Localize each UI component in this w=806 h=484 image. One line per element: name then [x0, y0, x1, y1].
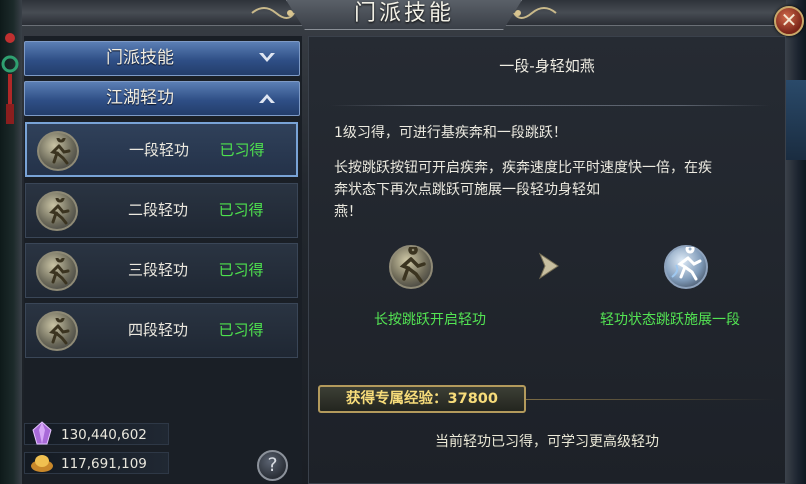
tassel-ornament-icon	[1, 33, 19, 124]
learned-status-note: 当前轻功已习得，可学习更高级轻功	[435, 434, 659, 450]
running-figure-icon	[36, 311, 78, 351]
skill-item-3[interactable]: 三段轻功 已习得	[25, 243, 298, 298]
help-button[interactable]: ?	[257, 450, 288, 481]
skill-name: 三段轻功	[127, 261, 188, 279]
skill-detail-title: 一段-身轻如燕	[499, 57, 595, 75]
skill-status: 已习得	[219, 141, 265, 159]
exp-reward-badge: 获得专属经验：37800	[318, 385, 526, 413]
skill-status: 已习得	[218, 321, 264, 339]
skill-item-1[interactable]: 一段轻功 已习得	[25, 122, 298, 177]
currency-value: 130,440,602	[61, 427, 147, 443]
chevron-down-icon	[259, 53, 275, 62]
skill-status: 已习得	[218, 261, 264, 279]
skill-description-line: 长按跳跃按钮可开启疾奔，疾奔速度比平时速度快一倍，在疾	[334, 160, 712, 176]
chevron-up-icon	[259, 94, 275, 103]
exp-divider	[526, 399, 776, 400]
category-label: 门派技能	[106, 48, 174, 68]
currency-ingot: 117,691,109	[24, 452, 169, 474]
running-figure-icon	[36, 191, 78, 231]
currency-crystal: 130,440,602	[24, 421, 169, 445]
demo-left-label: 长按跳跃开启轻功	[374, 312, 486, 328]
crystal-icon	[32, 421, 52, 445]
skill-name: 四段轻功	[127, 321, 188, 339]
category-header-lightness-skills[interactable]: 江湖轻功	[24, 81, 300, 116]
running-figure-icon	[36, 251, 78, 291]
divider	[330, 105, 770, 106]
skill-name: 二段轻功	[127, 201, 188, 219]
right-edge-decoration	[786, 0, 806, 484]
category-header-sect-skills[interactable]: 门派技能	[24, 41, 300, 76]
skill-description-line: 奔状态下再次点跳跃可施展一段轻功身轻如	[334, 182, 600, 198]
skill-status: 已习得	[218, 201, 264, 219]
hold-jump-icon	[389, 245, 433, 289]
window-title: 门派技能	[353, 1, 454, 26]
arrow-right-icon	[538, 252, 559, 280]
category-label: 江湖轻功	[106, 88, 174, 108]
air-jump-icon	[664, 244, 708, 289]
skill-name: 一段轻功	[128, 141, 189, 159]
skill-item-4[interactable]: 四段轻功 已习得	[25, 303, 298, 358]
close-button[interactable]: ✕	[774, 6, 804, 36]
skill-description-line: 燕！	[334, 204, 362, 220]
skill-description-line: 1级习得，可进行基疾奔和一段跳跃！	[334, 125, 567, 141]
side-tab-decoration	[786, 80, 806, 160]
ingot-icon	[31, 455, 53, 472]
question-mark-icon: ?	[267, 454, 278, 476]
close-icon: ✕	[780, 8, 798, 32]
running-figure-icon	[37, 131, 79, 171]
demo-right-label: 轻功状态跳跃施展一段	[600, 312, 740, 328]
exp-reward-label: 获得专属经验：37800	[346, 391, 498, 407]
skill-item-2[interactable]: 二段轻功 已习得	[25, 183, 298, 238]
currency-value: 117,691,109	[61, 456, 147, 472]
